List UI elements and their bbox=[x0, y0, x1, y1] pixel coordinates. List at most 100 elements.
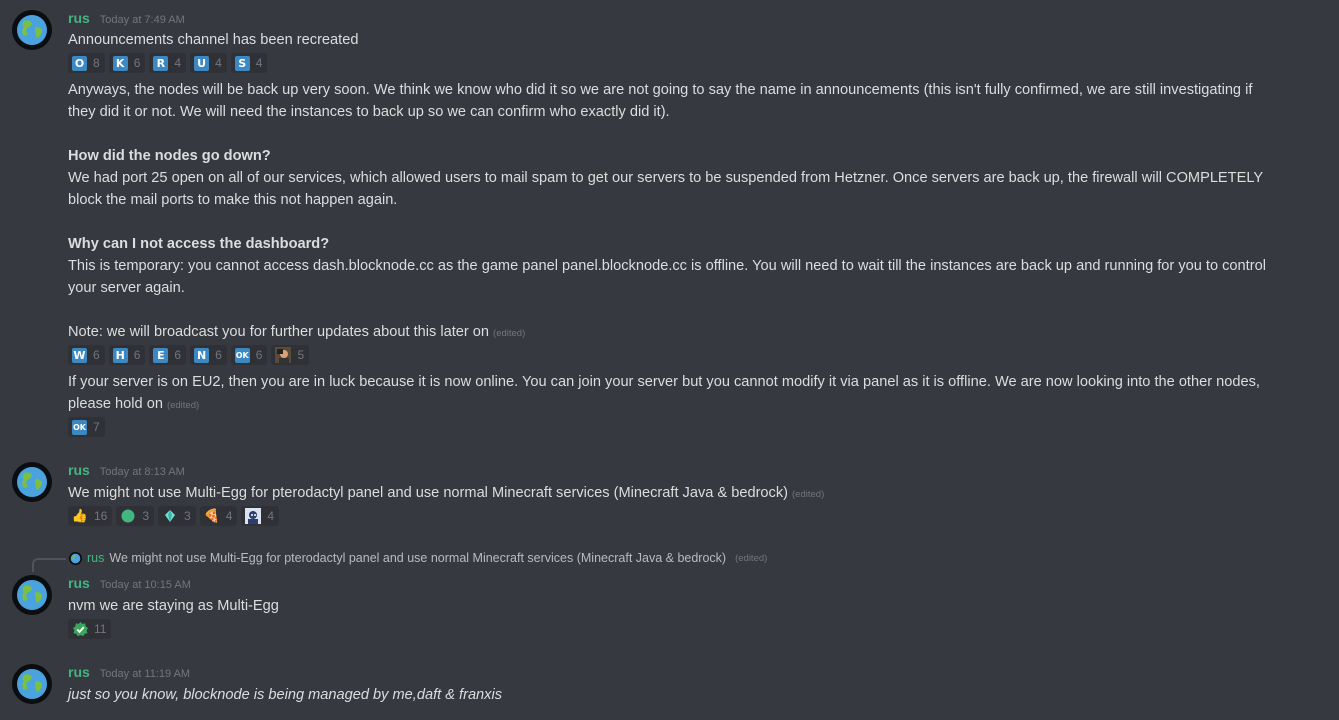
pizza-icon: 🍕 bbox=[203, 508, 220, 523]
ok-button-icon: OK bbox=[72, 419, 87, 435]
message-text: If your server is on EU2, then you are i… bbox=[68, 374, 1260, 390]
regional-indicator-e-icon: E bbox=[153, 347, 169, 363]
note-text: Note: we will broadcast you for further … bbox=[68, 324, 490, 340]
reaction-diamond[interactable]: 3 bbox=[158, 506, 196, 526]
reaction-count: 6 bbox=[133, 56, 141, 70]
timestamp: Today at 11:19 AM bbox=[99, 668, 191, 680]
edited-marker: (edited) bbox=[493, 328, 526, 339]
message-text: Note: we will broadcast you for further … bbox=[68, 321, 525, 345]
timestamp: Today at 10:15 AM bbox=[99, 579, 191, 591]
globe-icon bbox=[17, 580, 47, 610]
message-text: This is temporary: you cannot access das… bbox=[68, 258, 1266, 274]
reaction-bar: W6 H6 E6 N6 OK 6 5 bbox=[68, 345, 310, 365]
message-heading: Why can I not access the dashboard? bbox=[68, 236, 330, 252]
reaction-letter-s[interactable]: S4 bbox=[230, 53, 268, 73]
thumbs-up-icon: 👍 bbox=[71, 508, 89, 523]
timestamp: Today at 8:13 AM bbox=[99, 466, 185, 478]
reaction-letter-e[interactable]: E6 bbox=[149, 345, 187, 365]
reaction-count: 6 bbox=[93, 348, 100, 362]
regional-indicator-h-icon: H bbox=[112, 347, 128, 363]
regional-indicator-u-icon: U bbox=[194, 55, 210, 71]
message-text: Anyways, the nodes will be back up very … bbox=[68, 82, 1253, 98]
user-avatar[interactable] bbox=[12, 462, 52, 502]
reaction-count: 6 bbox=[174, 348, 182, 362]
reaction-thumbs-up[interactable]: 👍 16 bbox=[68, 506, 113, 526]
user-avatar[interactable] bbox=[12, 664, 52, 704]
regional-indicator-r-icon: R bbox=[153, 55, 169, 71]
reaction-count: 4 bbox=[267, 509, 275, 523]
globe-icon bbox=[17, 669, 47, 699]
username[interactable]: rus bbox=[68, 575, 90, 591]
reply-reference[interactable]: rus We might not use Multi-Egg for ptero… bbox=[69, 551, 767, 565]
reaction-bar: O8 K6 R4 U4 S4 bbox=[68, 53, 268, 73]
globe-icon bbox=[17, 15, 47, 45]
message-text: nvm we are staying as Multi-Egg bbox=[68, 598, 279, 614]
reaction-count: 3 bbox=[142, 509, 150, 523]
message-text: block the mail ports to make this not ha… bbox=[68, 192, 398, 208]
reaction-bar: 👍 16 3 3 🍕 4 4 bbox=[68, 506, 280, 526]
regional-indicator-k-icon: K bbox=[112, 55, 128, 71]
message-text: just so you know, blocknode is being man… bbox=[68, 687, 503, 703]
reaction-count: 4 bbox=[215, 56, 222, 70]
reaction-count: 4 bbox=[174, 56, 182, 70]
reaction-bar: 11 bbox=[68, 619, 112, 639]
username[interactable]: rus bbox=[68, 664, 90, 680]
message-heading: How did the nodes go down? bbox=[68, 148, 271, 164]
message-text: We had port 25 open on all of our servic… bbox=[68, 170, 1264, 186]
reaction-letter-u[interactable]: U4 bbox=[190, 53, 227, 73]
regional-indicator-o-icon: O bbox=[72, 55, 87, 71]
reaction-ok[interactable]: OK 6 bbox=[230, 345, 268, 365]
check-mark-icon bbox=[72, 621, 88, 637]
reaction-check-mark[interactable]: 11 bbox=[68, 619, 112, 639]
reaction-count: 4 bbox=[255, 56, 263, 70]
reaction-count: 6 bbox=[133, 348, 141, 362]
custom-avatar-emoji-icon bbox=[245, 508, 262, 524]
user-avatar[interactable] bbox=[12, 575, 52, 615]
reply-avatar bbox=[69, 551, 82, 565]
reaction-count: 3 bbox=[184, 509, 191, 523]
reaction-letter-k[interactable]: K6 bbox=[108, 53, 146, 73]
reaction-letter-n[interactable]: N6 bbox=[190, 345, 227, 365]
edited-marker: (edited) bbox=[735, 552, 768, 564]
regional-indicator-s-icon: S bbox=[234, 55, 250, 71]
edited-marker: (edited) bbox=[792, 489, 825, 500]
username[interactable]: rus bbox=[68, 462, 90, 478]
reaction-letter-w[interactable]: W6 bbox=[68, 345, 105, 365]
edited-marker: (edited) bbox=[166, 400, 200, 411]
reaction-letter-r[interactable]: R4 bbox=[149, 53, 187, 73]
regional-indicator-n-icon: N bbox=[194, 347, 210, 363]
ok-button-icon: OK bbox=[234, 347, 250, 363]
reaction-custom-avatar[interactable]: 5 bbox=[271, 345, 310, 365]
message-text: We might not use Multi-Egg for pterodact… bbox=[68, 482, 824, 506]
reaction-letter-o[interactable]: O8 bbox=[68, 53, 105, 73]
reply-username[interactable]: rus bbox=[87, 551, 104, 565]
reaction-count: 4 bbox=[225, 509, 233, 523]
reaction-green-circle[interactable]: 3 bbox=[116, 506, 155, 526]
reaction-count: 7 bbox=[93, 420, 100, 434]
reaction-letter-h[interactable]: H6 bbox=[108, 345, 146, 365]
reaction-count: 8 bbox=[93, 56, 100, 70]
hold-on-text: please hold on bbox=[68, 396, 163, 412]
reply-connector bbox=[32, 558, 66, 572]
reaction-count: 6 bbox=[255, 348, 263, 362]
reaction-pizza[interactable]: 🍕 4 bbox=[199, 506, 238, 526]
reaction-ok[interactable]: OK 7 bbox=[68, 417, 105, 437]
reaction-count: 16 bbox=[94, 509, 108, 523]
message-text: your server again. bbox=[68, 280, 185, 296]
username[interactable]: rus bbox=[68, 10, 90, 26]
reaction-count: 6 bbox=[215, 348, 222, 362]
reaction-count: 5 bbox=[297, 348, 305, 362]
diamond-emoji-icon bbox=[162, 508, 178, 524]
message-text: Announcements channel has been recreated bbox=[68, 32, 359, 48]
message-text: they did it or not. We will need the ins… bbox=[68, 104, 670, 120]
message-text: please hold on (edited) bbox=[68, 393, 199, 417]
reply-text[interactable]: We might not use Multi-Egg for pterodact… bbox=[109, 551, 726, 565]
timestamp: Today at 7:49 AM bbox=[99, 14, 185, 26]
globe-icon bbox=[17, 467, 47, 497]
reaction-bar: OK 7 bbox=[68, 417, 105, 437]
avatar-emoji-icon bbox=[275, 347, 292, 363]
reaction-custom-avatar[interactable]: 4 bbox=[241, 506, 280, 526]
message-body: We might not use Multi-Egg for pterodact… bbox=[68, 485, 789, 501]
reaction-count: 11 bbox=[94, 622, 107, 636]
user-avatar[interactable] bbox=[12, 10, 52, 50]
